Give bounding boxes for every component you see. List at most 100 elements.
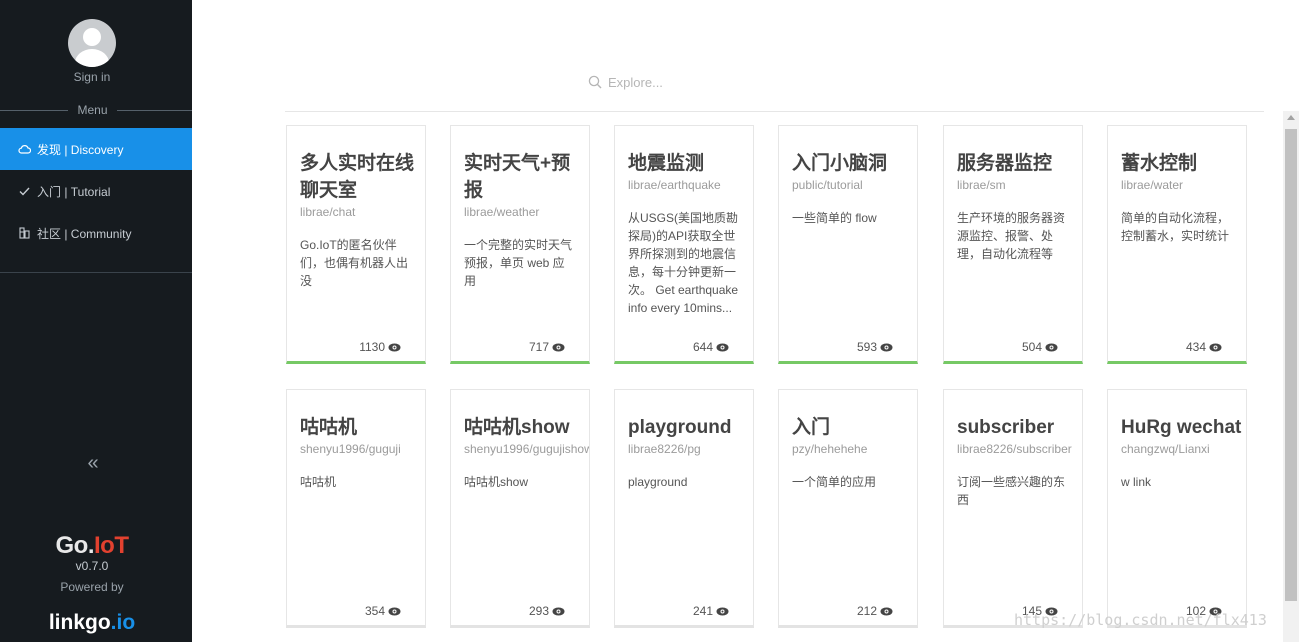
sign-in-link[interactable]: Sign in	[0, 70, 184, 84]
scrollbar-thumb[interactable]	[1285, 129, 1297, 601]
card-title: 入门	[792, 417, 831, 438]
card-path: changzwq/Lianxi	[1121, 442, 1210, 456]
card-description: 简单的自动化流程，控制蓄水，实时统计	[1121, 211, 1230, 243]
eye-icon	[552, 607, 565, 616]
card-title: 实时天气+预报	[464, 153, 571, 201]
card-description: 咕咕机show	[464, 475, 529, 489]
eye-icon	[716, 607, 729, 616]
card-title: playground	[628, 417, 732, 438]
card-description: w link	[1121, 475, 1152, 489]
card-path: pzy/hehehehe	[792, 442, 868, 456]
card-description: 一些简单的 flow	[792, 211, 877, 225]
app-card[interactable]: 入门小脑洞 public/tutorial 一些简单的 flow 593	[778, 125, 918, 364]
card-body: 蓄水控制 librae/water 简单的自动化流程，控制蓄水，实时统计	[1121, 150, 1246, 245]
divider-line-right	[117, 110, 192, 111]
view-count: 504	[1022, 340, 1058, 354]
app-card[interactable]: 实时天气+预报 librae/weather 一个完整的实时天气预报，单页 web …	[450, 125, 590, 364]
view-count: 434	[1186, 340, 1222, 354]
sidebar-item-label: 社区 | Community	[37, 226, 132, 241]
search-icon	[588, 75, 602, 89]
app-card[interactable]: HuRg wechat changzwq/Lianxi w link 102	[1107, 389, 1247, 628]
vertical-scrollbar[interactable]	[1283, 111, 1299, 642]
collapse-sidebar-button[interactable]: «	[82, 453, 104, 473]
card-path: librae/chat	[300, 205, 356, 219]
card-description: Go.IoT的匿名伙伴们，也偶有机器人出没	[300, 238, 409, 288]
card-title: 入门小脑洞	[792, 153, 888, 174]
eye-icon	[880, 343, 893, 352]
card-path: librae/weather	[464, 205, 540, 219]
card-path: public/tutorial	[792, 178, 863, 192]
eye-icon	[552, 343, 565, 352]
app-card[interactable]: 多人实时在线聊天室 librae/chat Go.IoT的匿名伙伴们，也偶有机器人出…	[286, 125, 426, 364]
view-count: 1130	[359, 340, 401, 354]
version-label: v0.7.0	[75, 559, 109, 573]
view-count: 593	[857, 340, 893, 354]
eye-icon	[716, 343, 729, 352]
linkgo-prefix: linkgo	[48, 611, 111, 634]
card-title: 蓄水控制	[1121, 153, 1198, 174]
search-underline	[285, 111, 1264, 112]
brand-block: Go.IoT v0.7.0 Powered by	[0, 532, 184, 594]
card-title: 咕咕机	[300, 417, 358, 438]
card-title: 咕咕机show	[464, 417, 570, 438]
sidebar-item-community[interactable]: 社区 | Community	[0, 212, 192, 254]
app-card[interactable]: playground librae8226/pg playground 241	[614, 389, 754, 628]
sidebar: Sign in Menu 发现 | Discovery 入门 | Tutoria…	[0, 0, 192, 642]
view-count-value: 212	[856, 604, 877, 618]
app-card[interactable]: 蓄水控制 librae/water 简单的自动化流程，控制蓄水，实时统计 434	[1107, 125, 1247, 364]
card-path: librae8226/subscriber	[957, 442, 1072, 456]
app-card[interactable]: 服务器监控 librae/sm 生产环境的服务器资源监控、报警、处理，自动化流程等 5…	[943, 125, 1083, 364]
view-count: 241	[693, 604, 729, 618]
eye-icon	[388, 607, 401, 616]
sidebar-item-label: 发现 | Discovery	[37, 142, 124, 157]
eye-icon	[1209, 343, 1222, 352]
app-card[interactable]: 咕咕机 shenyu1996/guguji 咕咕机 354	[286, 389, 426, 628]
card-path: shenyu1996/guguji	[300, 442, 401, 456]
watermark: https://blog.csdn.net/flx413	[1014, 611, 1267, 629]
divider-line-left	[0, 110, 68, 111]
card-body: subscriber librae8226/subscriber 订阅一些感兴趣的东…	[957, 414, 1082, 509]
avatar[interactable]	[68, 19, 116, 67]
app-card[interactable]: subscriber librae8226/subscriber 订阅一些感兴趣的东…	[943, 389, 1083, 628]
card-path: librae/water	[1121, 178, 1184, 192]
app-card[interactable]: 咕咕机show shenyu1996/gugujishow 咕咕机show 293	[450, 389, 590, 628]
view-count: 354	[365, 604, 401, 618]
card-body: 多人实时在线聊天室 librae/chat Go.IoT的匿名伙伴们，也偶有机器人出…	[300, 150, 425, 290]
powered-by-label: Powered by	[60, 580, 124, 594]
view-count-value: 241	[692, 604, 713, 618]
card-body: 咕咕机 shenyu1996/guguji 咕咕机	[300, 414, 425, 491]
check-icon	[17, 184, 31, 198]
linkgo-suffix: .io	[110, 611, 136, 634]
card-title: 多人实时在线聊天室	[300, 153, 415, 201]
view-count: 293	[529, 604, 565, 618]
app-card[interactable]: 入门 pzy/hehehehe 一个简单的应用 212	[778, 389, 918, 628]
view-count-value: 593	[856, 340, 877, 354]
search-input[interactable]	[608, 74, 768, 90]
card-description: 生产环境的服务器资源监控、报警、处理，自动化流程等	[957, 211, 1066, 261]
card-description: 一个简单的应用	[792, 475, 877, 489]
card-body: 地震监测 librae/earthquake 从USGS(美国地质勘探局)的API获…	[628, 150, 753, 317]
app-window: Sign in Menu 发现 | Discovery 入门 | Tutoria…	[0, 0, 1305, 642]
card-description: 从USGS(美国地质勘探局)的API获取全世界所探测到的地震信息，每十分钟更新一…	[628, 211, 739, 315]
card-title: subscriber	[957, 417, 1055, 438]
user-icon	[75, 28, 109, 67]
view-count-value: 1130	[359, 340, 385, 354]
sidebar-item-label: 入门 | Tutorial	[37, 184, 111, 199]
card-body: 入门 pzy/hehehehe 一个简单的应用	[792, 414, 917, 491]
view-count-value: 504	[1021, 340, 1042, 354]
linkgo-logo[interactable]: linkgo.io	[0, 611, 184, 635]
scroll-up-arrow[interactable]	[1287, 115, 1295, 120]
community-icon	[17, 226, 31, 240]
search-bar	[588, 72, 788, 92]
card-description: 咕咕机	[300, 475, 337, 489]
sidebar-item-tutorial[interactable]: 入门 | Tutorial	[0, 170, 192, 212]
app-card[interactable]: 地震监测 librae/earthquake 从USGS(美国地质勘探局)的API获…	[614, 125, 754, 364]
sidebar-item-discovery[interactable]: 发现 | Discovery	[0, 128, 192, 170]
menu-divider: Menu	[0, 102, 192, 118]
sidebar-divider	[0, 272, 192, 273]
cloud-icon	[17, 142, 31, 156]
view-count: 644	[693, 340, 729, 354]
card-path: librae/sm	[957, 178, 1006, 192]
eye-icon	[880, 607, 893, 616]
view-count-value: 293	[528, 604, 549, 618]
